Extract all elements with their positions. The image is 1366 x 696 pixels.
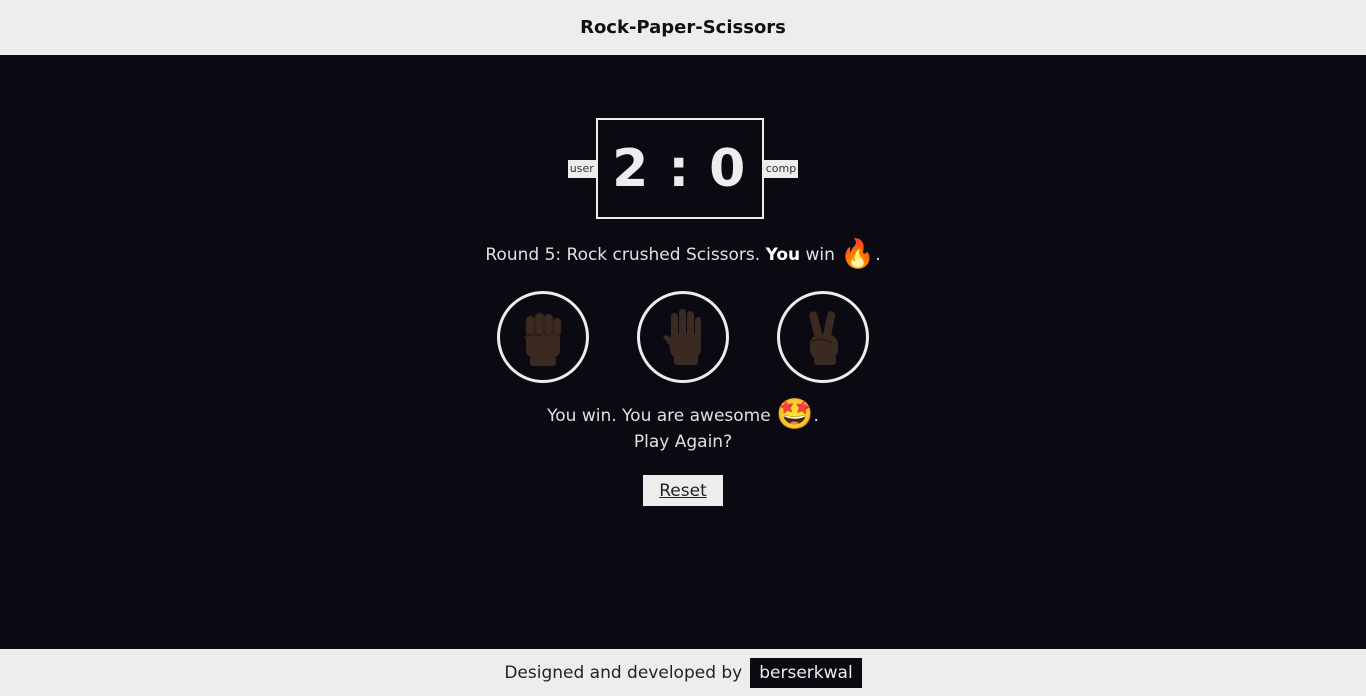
footer-bar: Designed and developed by berserkwal: [0, 649, 1366, 696]
result-text: You win. You are awesome: [547, 406, 771, 426]
raised-fist-icon: [523, 312, 562, 366]
raised-hand-icon: [663, 309, 701, 365]
result-line: You win. You are awesome 🤩.: [0, 400, 1366, 430]
round-message: Round 5: Rock crushed Scissors. You win …: [0, 234, 1366, 275]
score-box: 2 : 0: [595, 118, 764, 219]
result-message: You win. You are awesome 🤩. Play Again?: [0, 400, 1366, 455]
round-you: You: [765, 245, 801, 265]
choice-buttons: [0, 291, 1366, 383]
scoreboard: user 2 : 0 comp: [0, 118, 1366, 219]
reset-button[interactable]: Reset: [643, 475, 723, 506]
comp-score: 0: [709, 138, 748, 199]
score-separator: :: [668, 138, 692, 199]
author-badge: berserkwal: [750, 657, 862, 688]
reset-container: Reset: [0, 475, 1366, 506]
round-text: Round 5: Rock crushed Scissors.: [485, 245, 761, 265]
round-win: win: [805, 245, 835, 265]
footer-text: Designed and developed by: [504, 662, 743, 683]
rock-button[interactable]: [497, 291, 589, 383]
play-again-text: Play Again?: [633, 432, 733, 452]
page-title: Rock-Paper-Scissors: [580, 17, 786, 38]
star-struck-icon: 🤩: [776, 397, 814, 432]
paper-button[interactable]: [637, 291, 729, 383]
scissors-button[interactable]: [777, 291, 869, 383]
header-bar: Rock-Paper-Scissors: [0, 0, 1366, 55]
fire-icon: 🔥: [840, 237, 876, 270]
user-score: 2: [612, 138, 651, 199]
comp-label: comp: [763, 159, 799, 178]
result-end: .: [813, 406, 819, 426]
user-label: user: [567, 159, 596, 178]
victory-hand-icon: [809, 311, 838, 365]
round-end: .: [875, 245, 881, 265]
